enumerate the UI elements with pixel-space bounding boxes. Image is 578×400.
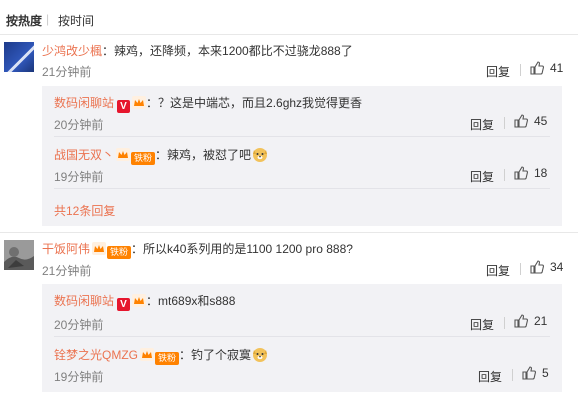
- doge-emoji: [253, 148, 268, 162]
- divider: [54, 188, 550, 189]
- fan-badge: 铁粉: [131, 152, 156, 165]
- view-more-replies-link[interactable]: 共12条回复: [54, 202, 115, 219]
- reply-body: ：钓了个寂寞: [179, 348, 252, 362]
- reply-button[interactable]: 回复: [478, 368, 502, 385]
- reply-button[interactable]: 回复: [486, 63, 510, 80]
- comment-text: 少鸿改少楓：辣鸡，还降频，本来1200都比不过骁龙888了: [42, 42, 353, 59]
- like-count: 5: [542, 366, 549, 380]
- divider: [504, 169, 505, 181]
- like-count: 21: [534, 314, 548, 328]
- doge-emoji: [253, 348, 268, 362]
- reply-button[interactable]: 回复: [470, 168, 494, 185]
- like-button[interactable]: 41: [530, 61, 563, 75]
- sort-divider: |: [46, 12, 50, 26]
- divider: [0, 232, 578, 233]
- comment-body: ：辣鸡，还降频，本来1200都比不过骁龙888了: [102, 44, 353, 58]
- like-button[interactable]: 18: [514, 166, 547, 180]
- fan-badge: 铁粉: [107, 246, 132, 259]
- reply-time: 20分钟前: [54, 118, 104, 132]
- avatar-image: [4, 240, 34, 270]
- avatar[interactable]: [4, 240, 34, 270]
- comment-time: 21分钟前: [42, 65, 92, 79]
- divider: [512, 369, 513, 381]
- reply-list: 数码闲聊站 V ：mt689x和s888 20分钟前 回复 21 铨梦之光QMZG 铁…: [42, 284, 562, 392]
- username-link[interactable]: 数码闲聊站: [54, 96, 114, 110]
- verified-badge: V: [117, 100, 131, 113]
- reply-button[interactable]: 回复: [486, 262, 510, 279]
- reply-text: 数码闲聊站 V ：mt689x和s888: [54, 292, 235, 311]
- sort-by-time-tab[interactable]: 按时间: [58, 12, 94, 29]
- thumbs-up-icon: [530, 61, 544, 75]
- reply-time: 19分钟前: [54, 170, 104, 184]
- divider: [504, 317, 505, 329]
- username-link[interactable]: 少鸿改少楓: [42, 44, 102, 58]
- like-count: 41: [550, 61, 564, 75]
- divider: [0, 34, 578, 35]
- thumbs-up-icon: [514, 314, 528, 328]
- reply-text: 战国无双丶 铁粉 ：辣鸡，被怼了吧: [54, 146, 268, 165]
- divider: [54, 336, 550, 337]
- reply-list: 数码闲聊站 V ：？这是中端芯，而且2.6ghz我觉得更香 20分钟前 回复 45 …: [42, 86, 562, 226]
- username-link[interactable]: 铨梦之光QMZG: [54, 348, 138, 362]
- sort-by-hot-tab[interactable]: 按热度: [6, 12, 42, 29]
- like-button[interactable]: 45: [514, 114, 547, 128]
- divider: [504, 117, 505, 129]
- like-count: 18: [534, 166, 548, 180]
- thumbs-up-icon: [514, 166, 528, 180]
- verified-badge: V: [117, 298, 131, 311]
- reply-button[interactable]: 回复: [470, 316, 494, 333]
- username-link[interactable]: 数码闲聊站: [54, 294, 114, 308]
- divider: [520, 64, 521, 76]
- comment-body: ：所以k40系列用的是1100 1200 pro 888?: [131, 242, 353, 256]
- username-link[interactable]: 战国无双丶: [54, 148, 114, 162]
- reply-body: ：mt689x和s888: [146, 294, 236, 308]
- divider: [520, 263, 521, 275]
- reply-text: 铨梦之光QMZG 铁粉 ：钓了个寂寞: [54, 346, 268, 365]
- like-count: 34: [550, 260, 564, 274]
- sort-bar: 按热度 | 按时间: [0, 0, 578, 34]
- reply-text: 数码闲聊站 V ：？这是中端芯，而且2.6ghz我觉得更香: [54, 94, 362, 113]
- comment-time: 21分钟前: [42, 264, 92, 278]
- crown-icon: [132, 96, 147, 109]
- like-count: 45: [534, 114, 548, 128]
- reply-time: 19分钟前: [54, 370, 104, 384]
- reply-time: 20分钟前: [54, 318, 104, 332]
- reply-button[interactable]: 回复: [470, 116, 494, 133]
- thumbs-up-icon: [514, 114, 528, 128]
- fan-badge: 铁粉: [155, 352, 180, 365]
- avatar[interactable]: [4, 42, 34, 72]
- comment-text: 干饭阿伟 铁粉 ：所以k40系列用的是1100 1200 pro 888?: [42, 240, 353, 259]
- like-button[interactable]: 21: [514, 314, 547, 328]
- crown-icon: [140, 348, 154, 361]
- reply-body: ：？这是中端芯，而且2.6ghz我觉得更香: [146, 96, 363, 110]
- username-link[interactable]: 干饭阿伟: [42, 242, 90, 256]
- divider: [54, 136, 550, 137]
- reply-body: ：辣鸡，被怼了吧: [155, 148, 252, 162]
- crown-icon: [132, 294, 147, 307]
- thumbs-up-icon: [522, 366, 536, 380]
- like-button[interactable]: 5: [522, 366, 549, 380]
- like-button[interactable]: 34: [530, 260, 563, 274]
- crown-icon: [92, 242, 107, 255]
- crown-icon: [116, 148, 131, 161]
- thumbs-up-icon: [530, 260, 544, 274]
